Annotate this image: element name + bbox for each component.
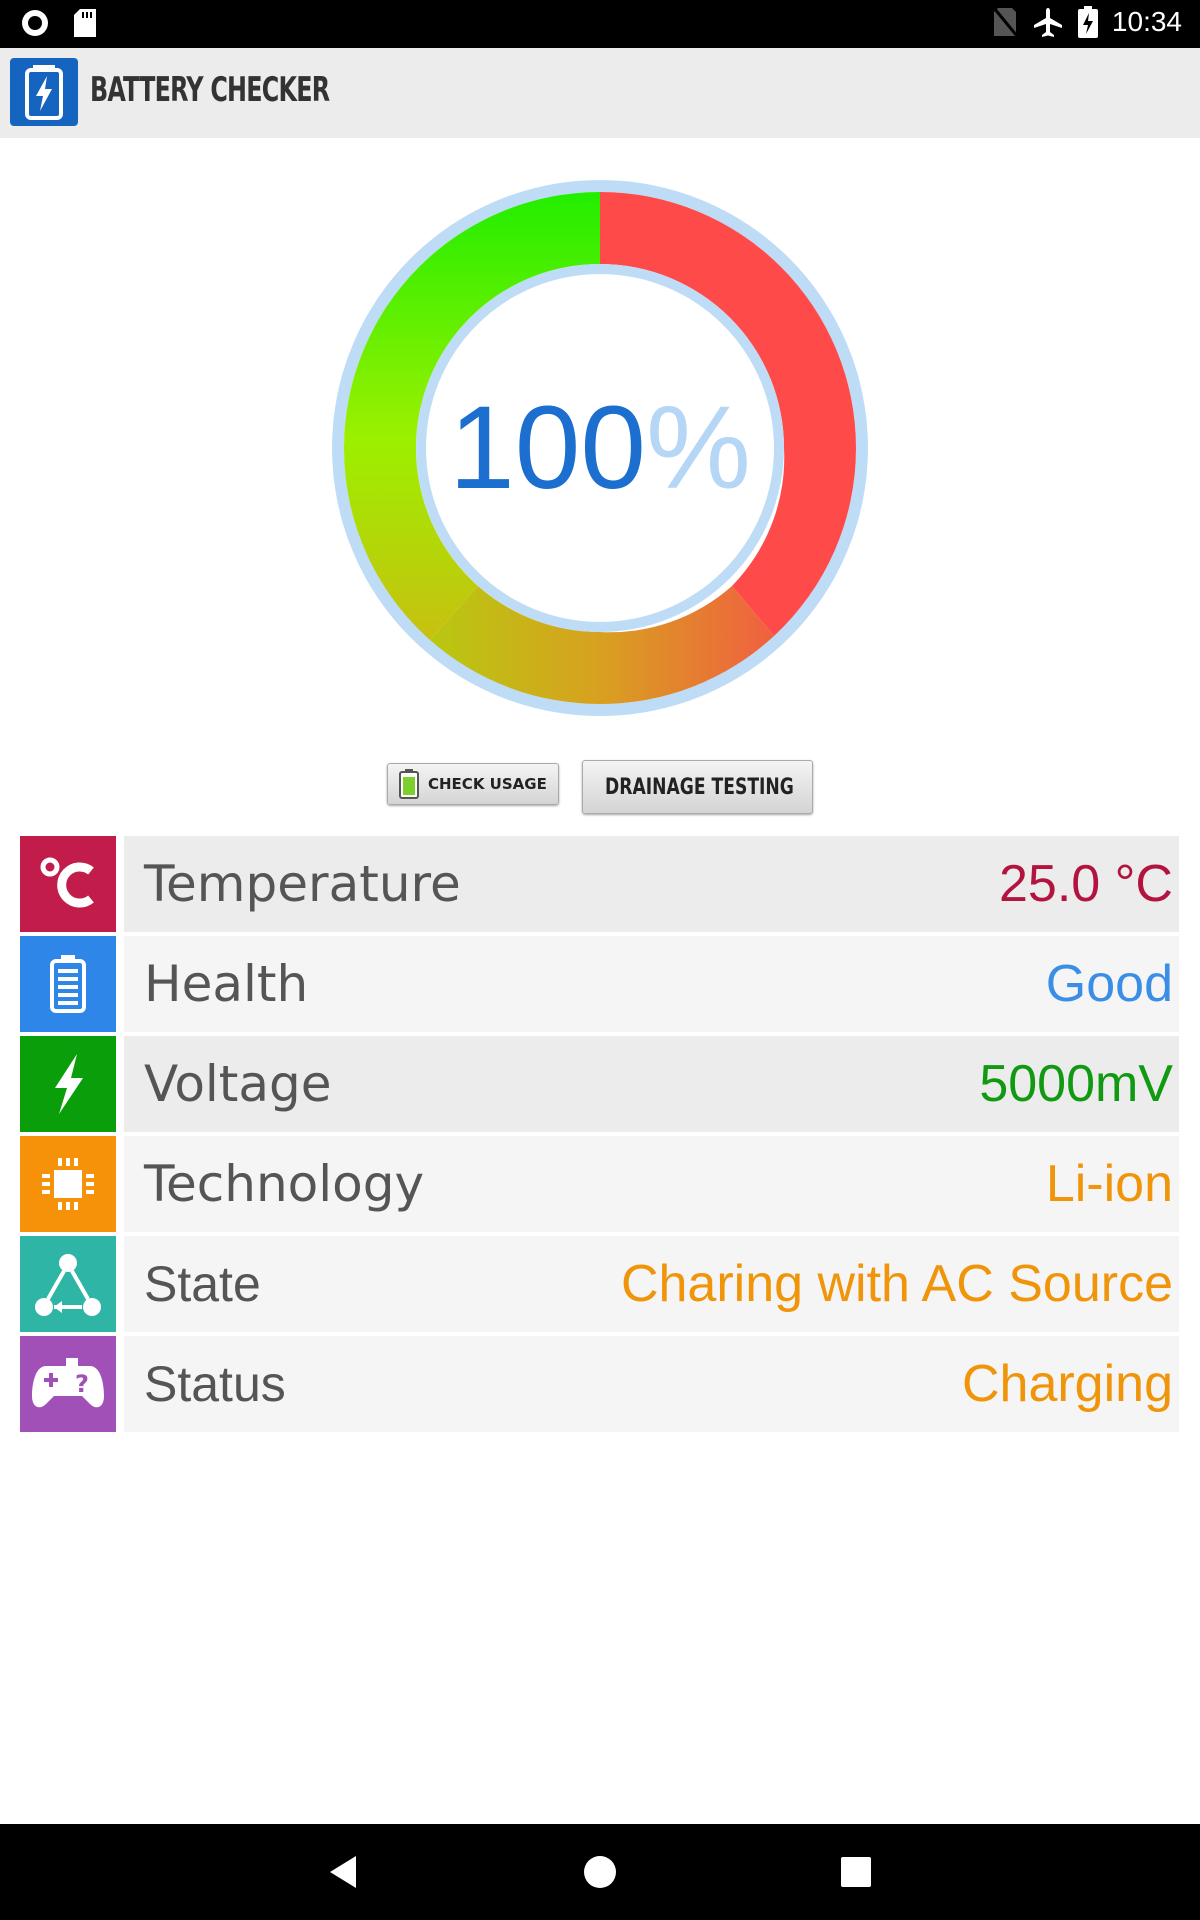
battery-charging-icon bbox=[1077, 6, 1098, 38]
temperature-icon-box bbox=[20, 836, 116, 932]
health-cell: Health Good bbox=[124, 936, 1179, 1032]
battery-percent-unit: % bbox=[645, 382, 751, 514]
app-title: BATTERY CHECKER bbox=[90, 70, 330, 110]
health-icon-box bbox=[20, 936, 116, 1032]
drainage-testing-label: DRAINAGE TESTING bbox=[605, 774, 794, 800]
technology-label: Technology bbox=[144, 1155, 425, 1213]
drainage-testing-button[interactable]: DRAINAGE TESTING bbox=[582, 760, 813, 814]
status-time: 10:34 bbox=[1111, 6, 1182, 37]
health-label: Health bbox=[144, 955, 309, 1013]
state-icon-box bbox=[20, 1236, 116, 1332]
app-bar: BATTERY CHECKER bbox=[0, 48, 1200, 138]
celsius-icon bbox=[40, 857, 94, 908]
share-network-icon bbox=[35, 1254, 101, 1316]
gauge-readout: 100% bbox=[330, 178, 870, 718]
info-row-voltage: Voltage 5000mV bbox=[20, 1036, 1179, 1132]
status-bar: 10:34 bbox=[0, 0, 1200, 48]
status-value: Charging bbox=[961, 1355, 1173, 1413]
sd-card-icon bbox=[74, 9, 96, 37]
temperature-cell: Temperature 25.0 °C bbox=[124, 836, 1179, 932]
battery-usage-icon bbox=[399, 769, 419, 799]
status-label: Status bbox=[144, 1356, 286, 1412]
airplane-icon bbox=[1033, 8, 1062, 37]
info-row-status: ? Status Charging bbox=[20, 1336, 1179, 1432]
no-sim-icon bbox=[992, 7, 1018, 37]
gamepad-question-icon: ? bbox=[32, 1358, 104, 1408]
svg-text:?: ? bbox=[75, 1370, 89, 1398]
battery-icon bbox=[50, 955, 86, 1013]
recents-icon[interactable] bbox=[840, 1856, 872, 1888]
state-cell: State Charing with AC Source bbox=[124, 1236, 1179, 1332]
check-usage-label: CHECK USAGE bbox=[428, 775, 547, 793]
app-logo-icon bbox=[10, 58, 78, 126]
health-value: Good bbox=[1045, 955, 1173, 1013]
temperature-value: 25.0 °C bbox=[998, 855, 1173, 913]
status-icon-box: ? bbox=[20, 1336, 116, 1432]
battery-percent-value: 100 bbox=[449, 382, 646, 514]
voltage-label: Voltage bbox=[144, 1055, 332, 1113]
check-usage-button[interactable]: CHECK USAGE bbox=[387, 763, 559, 805]
record-icon bbox=[22, 10, 48, 36]
technology-cell: Technology Li-ion bbox=[124, 1136, 1179, 1232]
back-icon[interactable] bbox=[324, 1852, 364, 1892]
info-row-state: State Charing with AC Source bbox=[20, 1236, 1179, 1332]
info-row-temperature: Temperature 25.0 °C bbox=[20, 836, 1179, 932]
info-row-health: Health Good bbox=[20, 936, 1179, 1032]
technology-icon-box bbox=[20, 1136, 116, 1232]
voltage-cell: Voltage 5000mV bbox=[124, 1036, 1179, 1132]
status-cell: Status Charging bbox=[124, 1336, 1179, 1432]
chip-icon bbox=[42, 1158, 94, 1210]
state-value: Charing with AC Source bbox=[620, 1255, 1173, 1313]
voltage-icon-box bbox=[20, 1036, 116, 1132]
navigation-bar bbox=[0, 1824, 1200, 1920]
info-row-technology: Technology Li-ion bbox=[20, 1136, 1179, 1232]
voltage-value: 5000mV bbox=[979, 1055, 1173, 1113]
lightning-icon bbox=[55, 1054, 83, 1114]
state-label: State bbox=[144, 1256, 261, 1312]
technology-value: Li-ion bbox=[1045, 1155, 1173, 1213]
temperature-label: Temperature bbox=[144, 855, 461, 913]
home-icon[interactable] bbox=[582, 1854, 618, 1890]
